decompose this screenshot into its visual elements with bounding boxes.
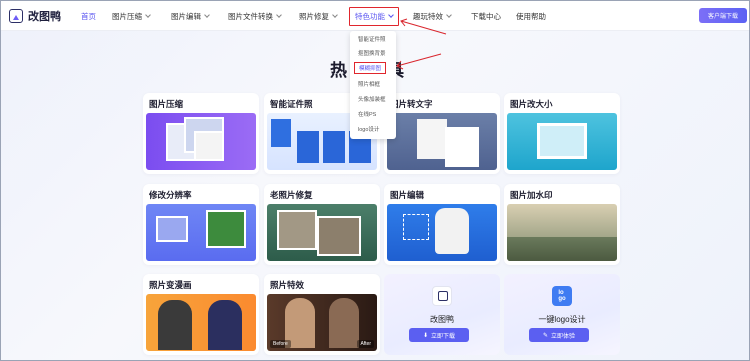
annotation-arrows [396,18,447,70]
page: 改图鸭 首页 图片压缩 图片编辑 图片文件转换 照片修复 特色功能 趣玩特效 下… [0,0,750,361]
